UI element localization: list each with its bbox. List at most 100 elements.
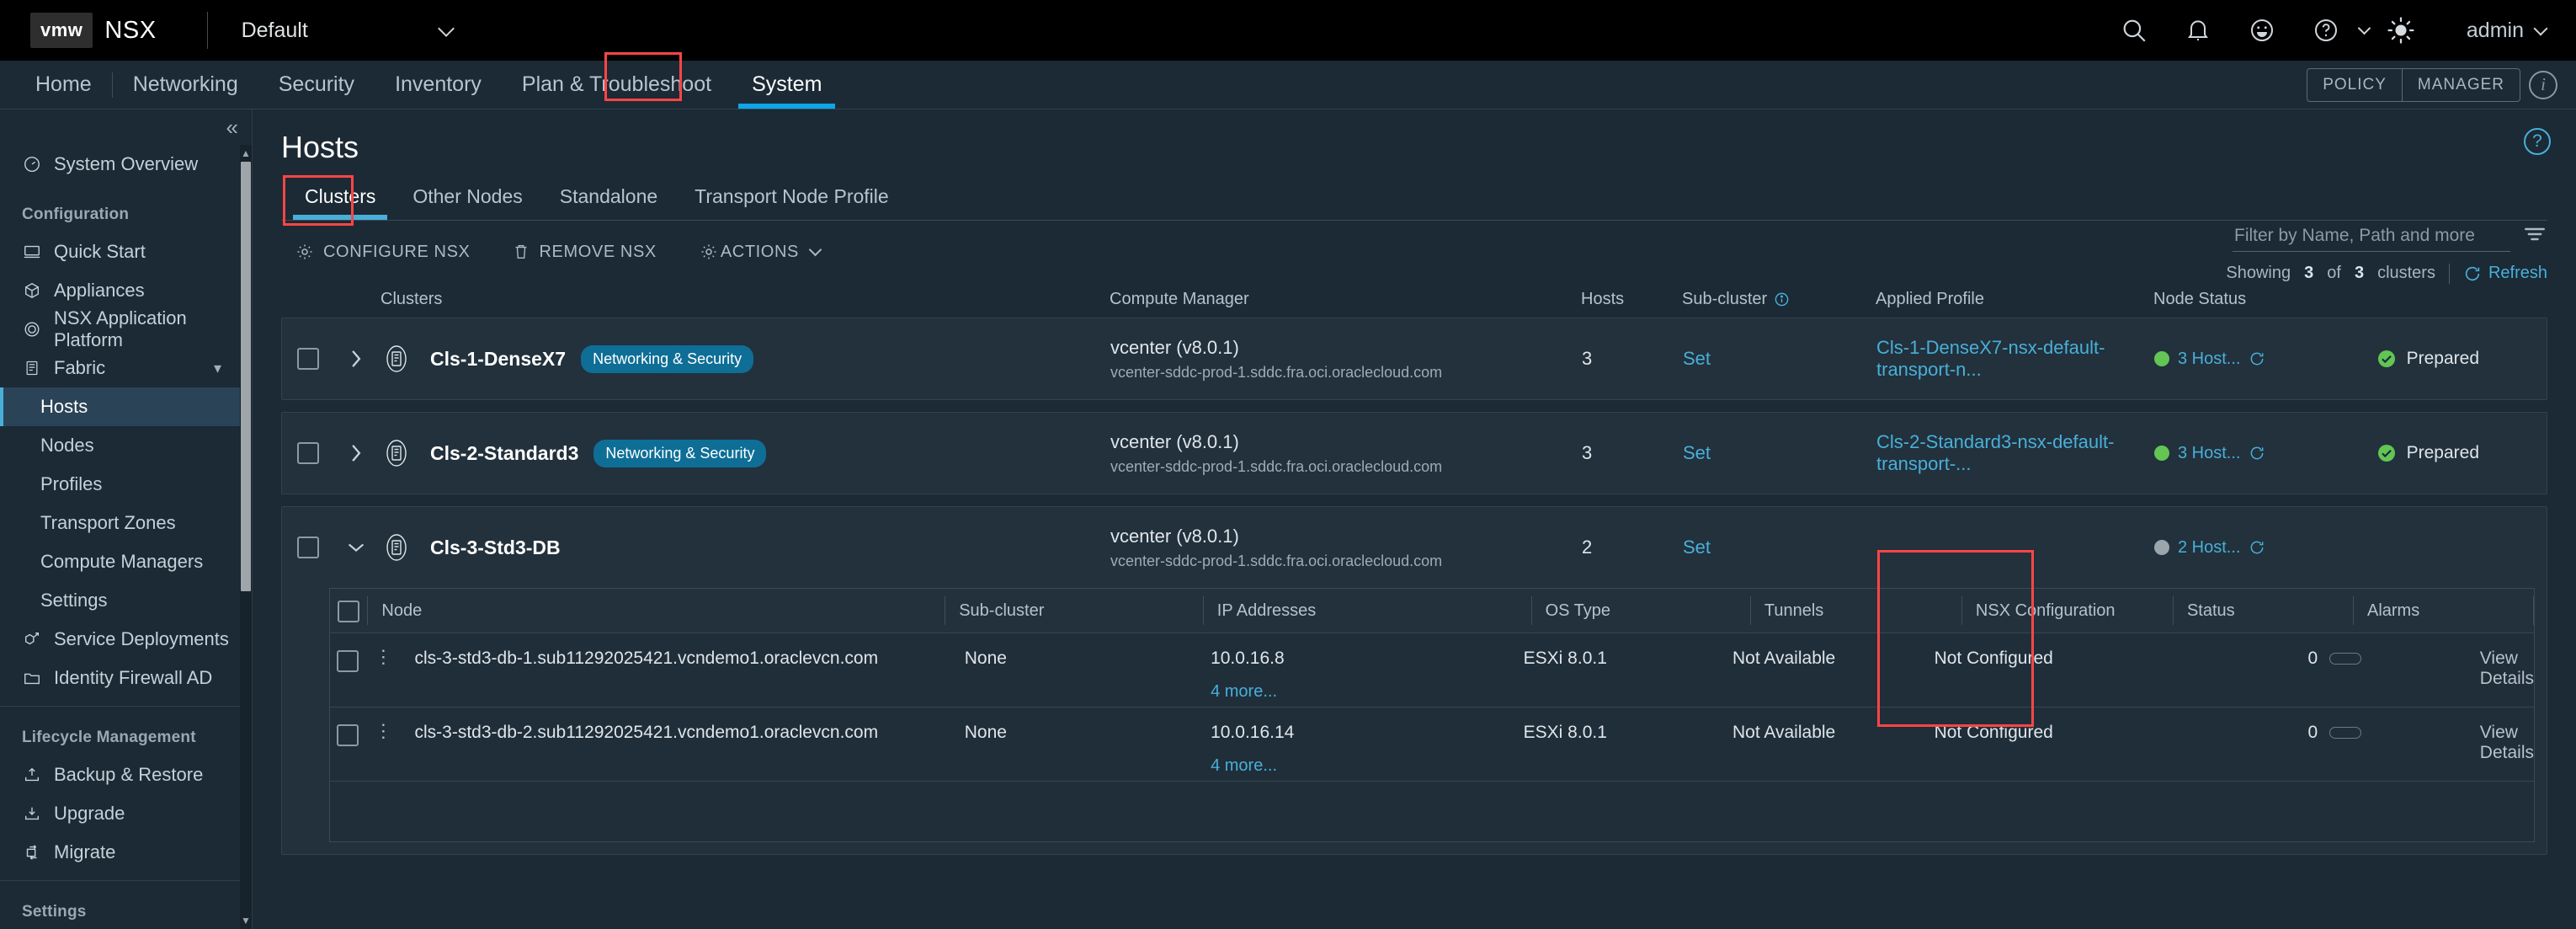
sidebar-item-settings[interactable]: Settings [0,581,240,620]
nav-item-networking[interactable]: Networking [113,61,258,109]
sidebar-item-system-overview[interactable]: System Overview [0,145,240,184]
search-icon[interactable] [2102,0,2166,61]
sidebar-item-migrate[interactable]: Migrate [0,833,240,872]
node-table-row[interactable]: ⋮ cls-3-std3-db-1.sub11292025421.vcndemo… [330,633,2534,707]
table-row[interactable]: Cls-2-Standard3 Networking & Security vc… [282,413,2547,494]
expand-row-icon[interactable] [334,442,378,464]
collapse-sidebar-icon[interactable]: « [226,116,238,138]
row-checkbox[interactable] [297,537,319,558]
node-name: cls-3-std3-db-2.sub11292025421.vcndemo1.… [414,723,879,742]
node-ip-more-link[interactable]: 4 more... [1211,682,1510,702]
node-table-row[interactable]: ⋮ cls-3-std3-db-2.sub11292025421.vcndemo… [330,707,2534,781]
sidebar-item-quick-start[interactable]: Quick Start [0,232,240,271]
scroll-up-arrow[interactable]: ▲ [241,147,251,160]
expand-row-icon[interactable] [334,348,378,370]
policy-manager-toggle[interactable]: POLICY MANAGER [2307,67,2520,102]
node-status[interactable]: 3 Host... [2154,350,2373,369]
nav-item-inventory[interactable]: Inventory [375,61,502,109]
node-status-text[interactable]: 3 Host... [2178,350,2240,369]
sidebar-item-nodes[interactable]: Nodes [0,426,240,465]
column-header-status: Status [2172,596,2353,625]
actions-menu-button[interactable]: ACTIONS [699,242,844,262]
sidebar-item-service-deployments[interactable]: Service Deployments [0,620,240,659]
set-sub-cluster-link[interactable]: Set [1683,348,1711,369]
table-row[interactable]: Cls-3-Std3-DB vcenter (v8.0.1) vcenter-s… [282,507,2547,588]
node-os-type: ESXi 8.0.1 [1523,723,1607,742]
showing-count-value: 3 [2304,264,2314,282]
select-all-checkbox[interactable] [338,601,360,622]
column-header-alarms: Alarms [2352,596,2533,625]
applied-profile-link[interactable]: Cls-2-Standard3-nsx-default-transport-..… [1876,431,2114,474]
configure-nsx-button[interactable]: CONFIGURE NSX [295,242,493,262]
row-checkbox[interactable] [297,348,319,370]
sidebar-item-upgrade[interactable]: Upgrade [0,794,240,833]
row-menu-icon[interactable]: ⋮ [365,721,401,740]
sidebar-item-fabric[interactable]: Fabric ▾ [0,349,240,387]
bell-icon[interactable] [2166,0,2230,61]
nav-item-home[interactable]: Home [15,61,112,109]
node-status[interactable]: 2 Host... [2154,538,2373,558]
info-icon[interactable] [1774,291,1790,307]
sidebar-item-identity-firewall-ad[interactable]: Identity Firewall AD [0,659,240,697]
project-selector-value: Default [241,18,308,42]
node-status-text[interactable]: 2 Host... [2178,538,2240,558]
tab-other-nodes[interactable]: Other Nodes [394,179,540,220]
project-selector[interactable]: Default [241,18,455,43]
cube-icon [22,280,42,301]
manager-toggle-option[interactable]: MANAGER [2401,68,2520,101]
tab-transport-node-profile[interactable]: Transport Node Profile [676,179,907,220]
set-sub-cluster-link[interactable]: Set [1683,537,1711,558]
remove-nsx-button[interactable]: REMOVE NSX [512,242,679,262]
sidebar-item-backup-restore[interactable]: Backup & Restore [0,755,240,794]
view-details-link[interactable]: View Details [2480,723,2534,762]
cluster-name-cell: Cls-3-Std3-DB [378,529,1110,566]
gear-ring-icon [22,319,42,339]
smiley-icon[interactable] [2230,0,2294,61]
cluster-row-card: Cls-2-Standard3 Networking & Security vc… [281,412,2547,494]
sub-cluster-cell: Set [1683,348,1876,370]
upgrade-icon [22,804,42,824]
sidebar-item-compute-managers[interactable]: Compute Managers [0,542,240,581]
row-checkbox[interactable] [297,442,319,464]
row-checkbox[interactable] [337,724,359,746]
collapse-row-icon[interactable] [334,539,378,556]
info-icon[interactable]: i [2529,70,2557,99]
scroll-down-arrow[interactable]: ▼ [241,914,251,927]
node-status-text[interactable]: 3 Host... [2178,444,2240,463]
compute-manager-cell: vcenter (v8.0.1) vcenter-sddc-prod-1.sdd… [1110,526,1582,570]
column-header-sub-cluster: Sub-cluster [945,596,1203,625]
sidebar-scrollbar-thumb[interactable] [241,162,251,591]
sidebar-item-nsx-application-platform[interactable]: NSX Application Platform [0,307,240,350]
table-row[interactable]: Cls-1-DenseX7 Networking & Security vcen… [282,318,2547,399]
node-table-footer-space [330,781,2534,841]
policy-toggle-option[interactable]: POLICY [2307,69,2402,101]
tab-standalone[interactable]: Standalone [541,179,676,220]
sidebar-item-transport-zones[interactable]: Transport Zones [0,504,240,542]
node-status[interactable]: 3 Host... [2154,444,2373,463]
view-details-link[interactable]: View Details [2480,649,2534,688]
refresh-button[interactable]: Refresh [2463,264,2547,283]
set-sub-cluster-link[interactable]: Set [1683,442,1711,463]
row-checkbox[interactable] [337,650,359,672]
user-menu[interactable]: admin [2433,19,2554,43]
sidebar-item-label: Upgrade [54,803,125,824]
tab-clusters[interactable]: Clusters [286,179,394,220]
filter-icon[interactable] [2522,224,2547,248]
sidebar-item-profiles[interactable]: Profiles [0,465,240,504]
sidebar-scrollbar[interactable]: ▲ ▼ [240,145,252,929]
page-help-icon[interactable]: ? [2524,128,2551,155]
sidebar-item-hosts[interactable]: Hosts [0,387,240,426]
brightness-icon[interactable] [2369,0,2433,61]
nav-item-plan-troubleshoot[interactable]: Plan & Troubleshoot [502,61,732,109]
node-ip-more-link[interactable]: 4 more... [1211,756,1510,776]
row-menu-icon[interactable]: ⋮ [365,647,401,666]
nav-item-system[interactable]: System [732,61,842,109]
help-menu[interactable] [2294,0,2371,61]
sidebar-item-appliances[interactable]: Appliances [0,271,240,310]
nav-item-security[interactable]: Security [258,61,375,109]
search-input[interactable] [2233,220,2510,252]
applied-profile-link[interactable]: Cls-1-DenseX7-nsx-default-transport-n... [1876,337,2105,380]
node-ip: 10.0.16.8 [1211,649,1285,668]
filter-area: Showing 3 of 3 clusters Refresh [2226,220,2547,284]
